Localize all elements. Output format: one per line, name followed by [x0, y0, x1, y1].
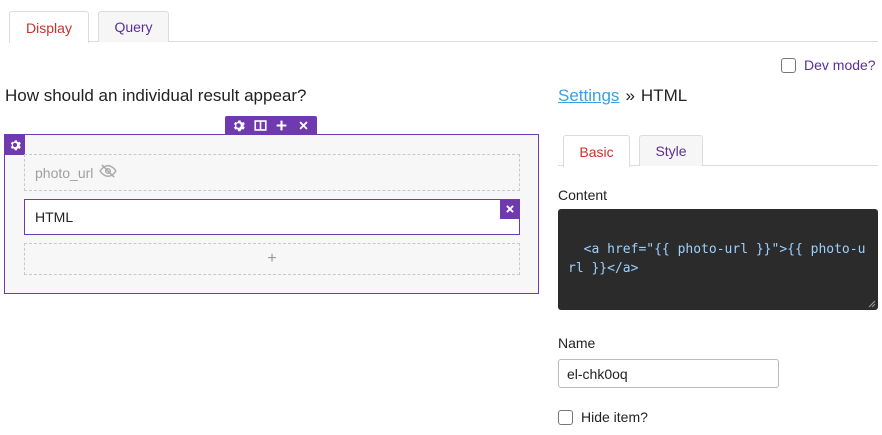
field-html-label: HTML [35, 209, 74, 225]
content-label: Content [558, 187, 608, 203]
result-appearance-heading: How should an individual result appear? [5, 86, 307, 105]
dev-mode-toggle[interactable]: Dev mode? [781, 57, 876, 73]
tab-style[interactable]: Style [639, 135, 703, 166]
content-editor-text: <a href="{{ photo-url }}">{{ photo-url }… [568, 242, 866, 276]
remove-field-button[interactable] [500, 199, 520, 219]
hide-item-checkbox[interactable] [558, 409, 573, 425]
gear-icon [10, 140, 21, 151]
result-block[interactable]: photo_url HTML + [4, 134, 539, 294]
breadcrumb-current: HTML [640, 86, 688, 105]
breadcrumb: Settings » HTML [558, 86, 687, 106]
eye-slash-icon [99, 164, 118, 181]
main-tabs: Display Query [9, 11, 878, 43]
hide-item-label: Hide item? [581, 409, 648, 425]
breadcrumb-settings-link[interactable]: Settings [558, 86, 619, 106]
content-editor[interactable]: <a href="{{ photo-url }}">{{ photo-url }… [558, 209, 878, 310]
columns-icon[interactable] [252, 118, 268, 134]
settings-tabs: Basic Style [558, 135, 878, 167]
add-field-button[interactable]: + [24, 243, 520, 275]
block-toolbar [225, 116, 317, 135]
close-icon [506, 205, 514, 213]
name-label: Name [558, 335, 596, 351]
resize-grip-icon[interactable] [868, 300, 876, 308]
gear-icon[interactable] [231, 118, 247, 134]
close-icon[interactable] [295, 118, 311, 134]
tab-basic[interactable]: Basic [563, 135, 630, 167]
field-photo-url[interactable]: photo_url [24, 154, 520, 191]
tab-query[interactable]: Query [98, 11, 169, 42]
field-html[interactable]: HTML [24, 199, 520, 235]
plus-icon[interactable] [274, 118, 290, 134]
breadcrumb-separator: » [625, 86, 635, 105]
dev-mode-label: Dev mode? [804, 57, 876, 73]
tab-display[interactable]: Display [9, 11, 89, 43]
hide-item-toggle[interactable]: Hide item? [558, 409, 648, 425]
field-photo-url-label: photo_url [35, 164, 94, 181]
dev-mode-checkbox[interactable] [781, 57, 796, 73]
plus-icon: + [267, 250, 277, 267]
name-input[interactable] [558, 359, 779, 388]
block-settings-button[interactable] [5, 135, 25, 155]
